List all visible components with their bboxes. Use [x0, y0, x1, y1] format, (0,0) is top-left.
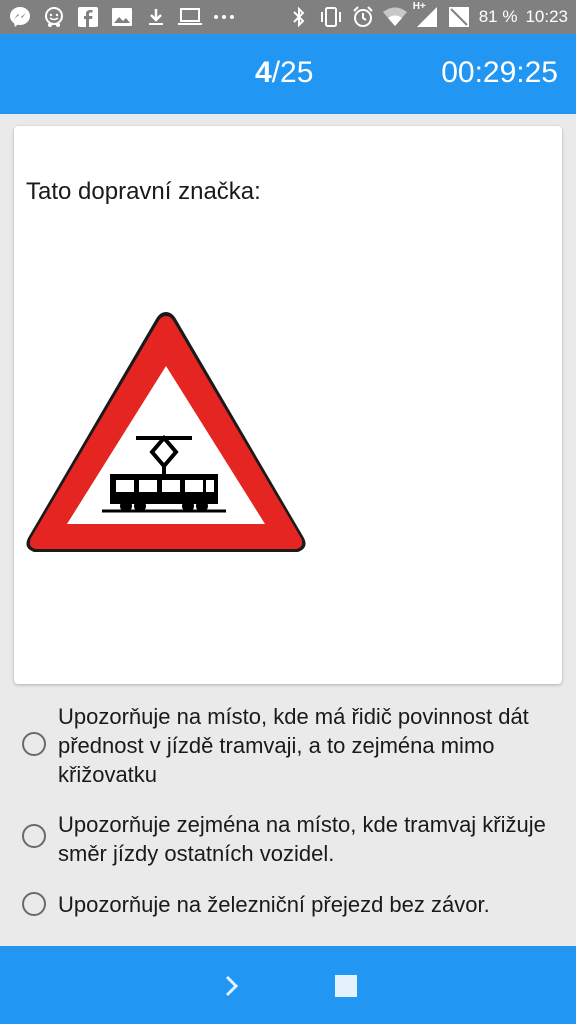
answer-option-3[interactable]: Upozorňuje na železniční přejezd bez záv… [0, 890, 576, 924]
total-questions: /25 [271, 56, 314, 89]
question-text: Tato dopravní značka: [26, 178, 261, 205]
battery-icon [447, 5, 471, 29]
answer-option-1[interactable]: Upozorňuje na místo, kde má řidič povinn… [0, 702, 576, 792]
current-question-number: 4 [255, 56, 272, 89]
tram-warning-sign-icon [22, 306, 310, 561]
messenger-icon [8, 5, 32, 29]
waze-icon [42, 5, 66, 29]
quiz-content: Tato dopravní značka: Upozorňuje na míst… [0, 114, 576, 946]
question-counter: 4/25 [255, 56, 313, 90]
app-bar: 4/25 00:29:25 [0, 34, 576, 114]
download-icon [144, 5, 168, 29]
clock: 10:23 [525, 7, 568, 26]
answer-text-1: Upozorňuje na místo, kde má řidič povinn… [58, 704, 529, 787]
answer-option-2[interactable]: Upozorňuje zejména na místo, kde tramvaj… [0, 810, 576, 870]
chevron-right-icon [225, 975, 239, 997]
next-question-button[interactable] [212, 966, 252, 1006]
status-bar: H+ 81 % 10:23 [0, 0, 576, 34]
answer-text-3: Upozorňuje na železniční přejezd bez záv… [58, 892, 490, 917]
answer-radio-3[interactable] [22, 892, 46, 916]
status-bar-system: H+ 81 % 10:23 [287, 1, 568, 29]
alarm-icon [351, 5, 375, 29]
signal-icon: H+ [413, 1, 439, 29]
answer-text-2: Upozorňuje zejména na místo, kde tramvaj… [58, 812, 546, 866]
network-type-label: H+ [412, 1, 426, 12]
vibrate-icon [319, 5, 343, 29]
answer-radio-1[interactable] [22, 732, 46, 756]
stop-icon [335, 975, 357, 997]
question-card: Tato dopravní značka: [14, 126, 562, 684]
battery-percent: 81 % [478, 7, 518, 26]
stop-test-button[interactable] [326, 966, 366, 1006]
wifi-icon [382, 5, 407, 29]
facebook-icon [76, 5, 100, 29]
gallery-icon [110, 5, 134, 29]
more-dots-icon [212, 5, 236, 29]
bluetooth-icon [287, 5, 311, 29]
status-bar-notifications [8, 5, 236, 29]
bottom-action-bar [0, 946, 576, 1024]
laptop-icon [178, 5, 202, 29]
countdown-timer: 00:29:25 [441, 56, 558, 89]
answer-radio-2[interactable] [22, 824, 46, 848]
